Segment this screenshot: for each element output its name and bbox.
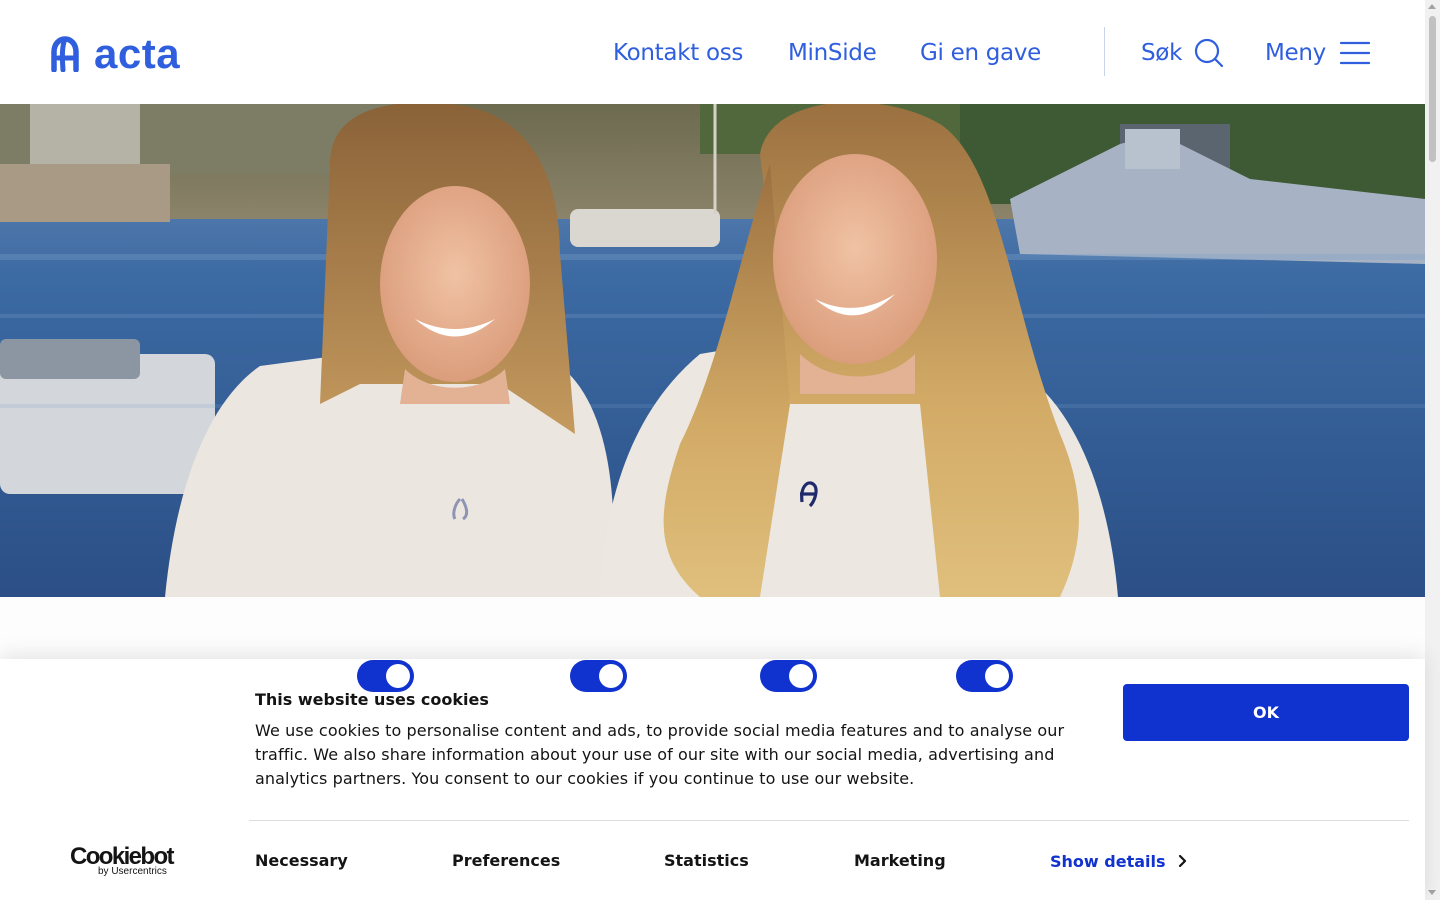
consent-preferences-label: Preferences [452, 850, 561, 870]
menu-button[interactable]: Meny [1265, 34, 1370, 72]
header-divider [1104, 27, 1105, 76]
nav-item-minside: MinSide [788, 36, 877, 70]
cookie-consent-banner: This website uses cookies We use cookies… [0, 659, 1425, 900]
nav-item-contact: Kontakt oss [613, 36, 743, 70]
content-area [0, 597, 1425, 659]
menu-label: Meny [1265, 40, 1326, 66]
toggle-knob [599, 664, 623, 688]
scroll-down-arrow-icon[interactable] [1428, 890, 1436, 895]
acta-logo-icon [51, 36, 79, 72]
scroll-up-arrow-icon[interactable] [1428, 4, 1436, 9]
nav-link-gi-en-gave[interactable]: Gi en gave [920, 40, 1041, 66]
toggle-statistics[interactable] [760, 660, 817, 692]
consent-necessary-label: Necessary [255, 850, 348, 870]
hero-image [0, 104, 1425, 597]
nav-link-minside[interactable]: MinSide [788, 40, 877, 66]
search-label: Søk [1141, 40, 1183, 66]
consent-statistics: Statistics [664, 844, 749, 876]
toggle-preferences[interactable] [570, 660, 627, 692]
toggle-knob [386, 664, 410, 688]
show-details-link[interactable]: Show details [1050, 845, 1188, 877]
cookiebot-byline: by Usercentrics [98, 866, 167, 877]
site-header: acta Kontakt oss MinSide Gi en gave Søk … [0, 0, 1425, 104]
cookiebot-logo[interactable]: Cookiebot by Usercentrics [70, 845, 175, 878]
hero-photo-two-women [0, 104, 1425, 597]
toggle-necessary[interactable] [357, 660, 414, 692]
hamburger-menu-icon [1339, 41, 1370, 65]
cookie-title: This website uses cookies [255, 690, 489, 709]
acta-logo[interactable]: acta [49, 30, 181, 77]
nav-item-gift: Gi en gave [920, 36, 1041, 70]
cookie-divider [249, 820, 1409, 821]
consent-preferences: Preferences [452, 844, 560, 876]
logo-wordmark: acta [94, 30, 181, 77]
show-details-label: Show details [1050, 851, 1166, 871]
toggle-knob [985, 664, 1009, 688]
consent-necessary: Necessary [255, 844, 348, 876]
chevron-right-icon [1178, 854, 1186, 868]
toggle-knob [789, 664, 813, 688]
scrollbar-thumb[interactable] [1429, 16, 1436, 162]
search-icon [1194, 38, 1224, 68]
search-button[interactable]: Søk [1141, 34, 1224, 72]
cookie-ok-button[interactable]: OK [1123, 684, 1409, 741]
consent-statistics-label: Statistics [664, 850, 749, 870]
consent-marketing-label: Marketing [854, 850, 946, 870]
consent-marketing: Marketing [854, 844, 946, 876]
page-scrollbar[interactable] [1425, 0, 1440, 900]
cookie-description: We use cookies to personalise content an… [255, 721, 1065, 788]
nav-link-kontakt-oss[interactable]: Kontakt oss [613, 40, 743, 66]
toggle-marketing[interactable] [956, 660, 1013, 692]
